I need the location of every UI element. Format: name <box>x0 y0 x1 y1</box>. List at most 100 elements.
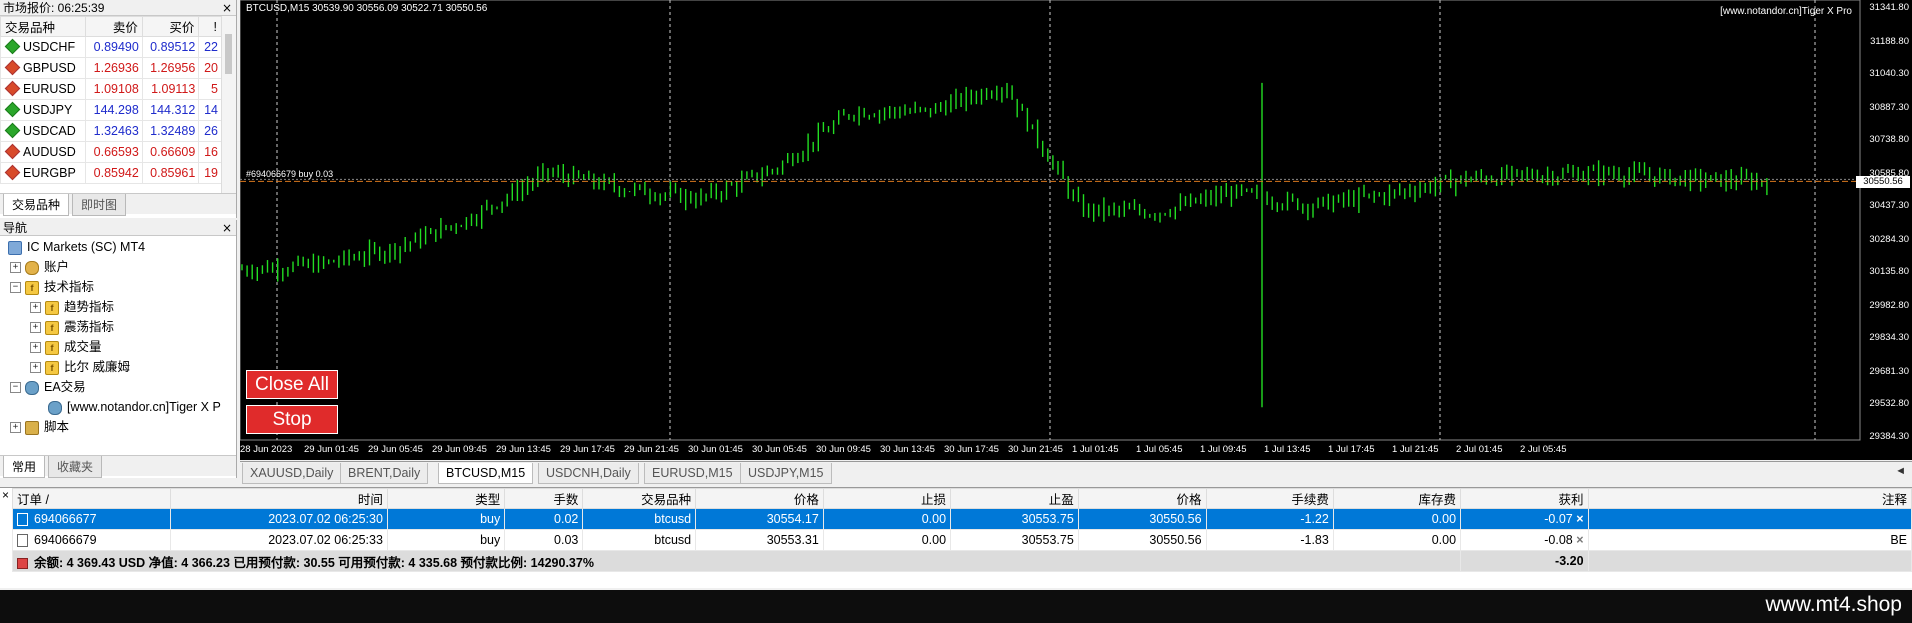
col-symbol[interactable]: 交易品种 <box>0 16 87 37</box>
tree-item-broker[interactable]: IC Markets (SC) MT4 <box>8 238 145 256</box>
tab-tick-chart[interactable]: 即时图 <box>72 194 127 216</box>
market-watch-row[interactable]: GBPUSD 1.26936 1.26956 20 <box>0 57 222 79</box>
chart-tab-brent[interactable]: BRENT,Daily <box>340 463 429 484</box>
market-watch-row[interactable]: USDCAD 1.32463 1.32489 26 <box>0 120 222 142</box>
scrollbar-thumb[interactable] <box>225 34 232 74</box>
expand-icon[interactable]: + <box>30 302 41 314</box>
order-doc-icon <box>17 534 28 548</box>
market-watch-scrollbar[interactable] <box>221 16 236 196</box>
time-tick-label: 30 Jun 01:45 <box>688 444 743 455</box>
market-watch-row[interactable]: EURUSD 1.09108 1.09113 5 <box>0 78 222 100</box>
price-down-icon <box>4 143 21 160</box>
navigator-title: 导航 <box>0 220 236 236</box>
close-all-button[interactable]: Close All <box>246 370 338 399</box>
time-tick-label: 1 Jul 17:45 <box>1328 444 1375 455</box>
ask-cell: 1.32489 <box>141 120 200 142</box>
symbol-cell[interactable]: EURUSD <box>0 78 87 100</box>
price-chart[interactable]: BTCUSD,M15 30539.90 30556.09 30522.71 30… <box>240 0 1912 460</box>
spread-cell: 16 <box>198 141 222 163</box>
tree-item-expert-advisors[interactable]: − EA交易 <box>10 378 86 396</box>
tree-item-indicators[interactable]: − f 技术指标 <box>10 278 94 296</box>
trade-row[interactable]: 694066679 2023.07.02 06:25:33 buy 0.03 btcus… <box>12 529 1912 551</box>
close-order-icon[interactable]: × <box>1576 512 1583 526</box>
expand-icon[interactable]: + <box>10 262 21 274</box>
indicator-icon: f <box>45 360 59 375</box>
col-bid[interactable]: 卖价 <box>85 16 143 37</box>
chart-tab-usdjpy[interactable]: USDJPY,M15 <box>740 463 832 484</box>
terminal-col-header[interactable]: 交易品种 <box>582 488 697 509</box>
chart-canvas[interactable] <box>240 0 1912 460</box>
order-doc-icon <box>17 513 28 527</box>
tree-item-bill-williams[interactable]: + f 比尔 威廉姆 <box>30 358 130 376</box>
symbol-cell[interactable]: EURGBP <box>0 162 87 184</box>
order-number: 694066679 <box>34 532 97 547</box>
tree-item-trend[interactable]: + f 趋势指标 <box>30 298 114 316</box>
tree-item-volumes[interactable]: + f 成交量 <box>30 338 102 356</box>
expand-icon[interactable]: + <box>30 362 41 374</box>
market-watch-title: 市场报价: 06:25:39 <box>0 0 236 16</box>
stop-button[interactable]: Stop <box>246 405 338 434</box>
terminal-col-header[interactable]: 手续费 <box>1205 488 1334 509</box>
expand-icon[interactable]: + <box>30 342 41 354</box>
col-ask[interactable]: 买价 <box>141 16 200 37</box>
trade-row[interactable]: 694066677 2023.07.02 06:25:30 buy 0.02 btcus… <box>12 508 1912 530</box>
chart-tab-eurusd[interactable]: EURUSD,M15 <box>644 463 741 484</box>
market-watch-row[interactable]: AUDUSD 0.66593 0.66609 16 <box>0 141 222 163</box>
time-tick-label: 29 Jun 01:45 <box>304 444 359 455</box>
symbol-cell[interactable]: USDCHF <box>0 36 87 58</box>
tab-favorites[interactable]: 收藏夹 <box>48 456 103 478</box>
terminal-col-header[interactable]: 价格 <box>695 488 824 509</box>
expert-advisor-icon <box>48 400 62 415</box>
terminal-col-header[interactable]: 订单 / <box>12 488 171 509</box>
time-tick-label: 29 Jun 09:45 <box>432 444 487 455</box>
terminal-col-header[interactable]: 时间 <box>169 488 388 509</box>
terminal-col-header[interactable]: 获利 <box>1460 488 1589 509</box>
trade-symbol-cell: btcusd <box>582 529 697 551</box>
market-watch-row[interactable]: EURGBP 0.85942 0.85961 19 <box>0 162 222 184</box>
scroll-tabs-left-icon[interactable]: ◄ <box>1895 465 1906 477</box>
symbol-cell[interactable]: USDCAD <box>0 120 87 142</box>
order-line-label: #694066679 buy 0.03 <box>246 169 334 179</box>
chart-tab-usdcnh[interactable]: USDCNH,Daily <box>538 463 639 484</box>
profit-value: -0.08 <box>1544 533 1573 547</box>
terminal-col-header[interactable]: 手数 <box>504 488 584 509</box>
tree-item-scripts[interactable]: + 脚本 <box>10 418 69 436</box>
terminal-close-icon[interactable]: × <box>2 488 9 502</box>
trade-swap-cell: 0.00 <box>1332 508 1462 530</box>
chart-tab-xauusd[interactable]: XAUUSD,Daily <box>242 463 342 484</box>
expand-icon[interactable]: + <box>10 422 21 434</box>
chart-tab-btcusd[interactable]: BTCUSD,M15 <box>438 463 534 484</box>
trade-swap-cell: 0.00 <box>1332 529 1462 551</box>
tree-item-tiger-ea[interactable]: [www.notandor.cn]Tiger X P <box>48 398 221 416</box>
market-watch-row[interactable]: USDJPY 144.298 144.312 14 <box>0 99 222 121</box>
bid-cell: 144.298 <box>85 99 143 121</box>
expand-icon[interactable]: + <box>30 322 41 334</box>
collapse-icon[interactable]: − <box>10 382 21 394</box>
tab-symbols[interactable]: 交易品种 <box>3 194 70 216</box>
terminal-col-header[interactable]: 类型 <box>386 488 506 509</box>
symbol-cell[interactable]: AUDUSD <box>0 141 87 163</box>
close-order-icon[interactable]: × <box>1576 533 1583 547</box>
tab-common[interactable]: 常用 <box>3 456 46 478</box>
terminal-col-header[interactable]: 止损 <box>822 488 952 509</box>
tree-label: 账户 <box>44 260 70 274</box>
symbol-cell[interactable]: GBPUSD <box>0 57 87 79</box>
symbol-cell[interactable]: USDJPY <box>0 99 87 121</box>
navigator-close-icon[interactable]: × <box>222 220 232 236</box>
spread-cell: 19 <box>198 162 222 184</box>
terminal-col-header[interactable]: 注释 <box>1587 488 1912 509</box>
terminal-col-header[interactable]: 库存费 <box>1332 488 1462 509</box>
time-tick-label: 29 Jun 17:45 <box>560 444 615 455</box>
collapse-icon[interactable]: − <box>10 282 21 294</box>
price-tick-label: 31040.30 <box>1869 68 1909 80</box>
terminal-col-header[interactable]: 价格 <box>1077 488 1207 509</box>
market-watch-close-icon[interactable]: × <box>222 0 232 16</box>
profit-value: -0.07 <box>1544 512 1573 526</box>
summary-comment-cell <box>1587 550 1912 572</box>
market-watch-row[interactable]: USDCHF 0.89490 0.89512 22 <box>0 36 222 58</box>
tree-item-accounts[interactable]: + 账户 <box>10 258 69 276</box>
tree-item-oscillators[interactable]: + f 震荡指标 <box>30 318 114 336</box>
trade-time-cell: 2023.07.02 06:25:33 <box>169 529 388 551</box>
col-spread[interactable]: ! <box>198 16 222 37</box>
terminal-col-header[interactable]: 止盈 <box>950 488 1079 509</box>
